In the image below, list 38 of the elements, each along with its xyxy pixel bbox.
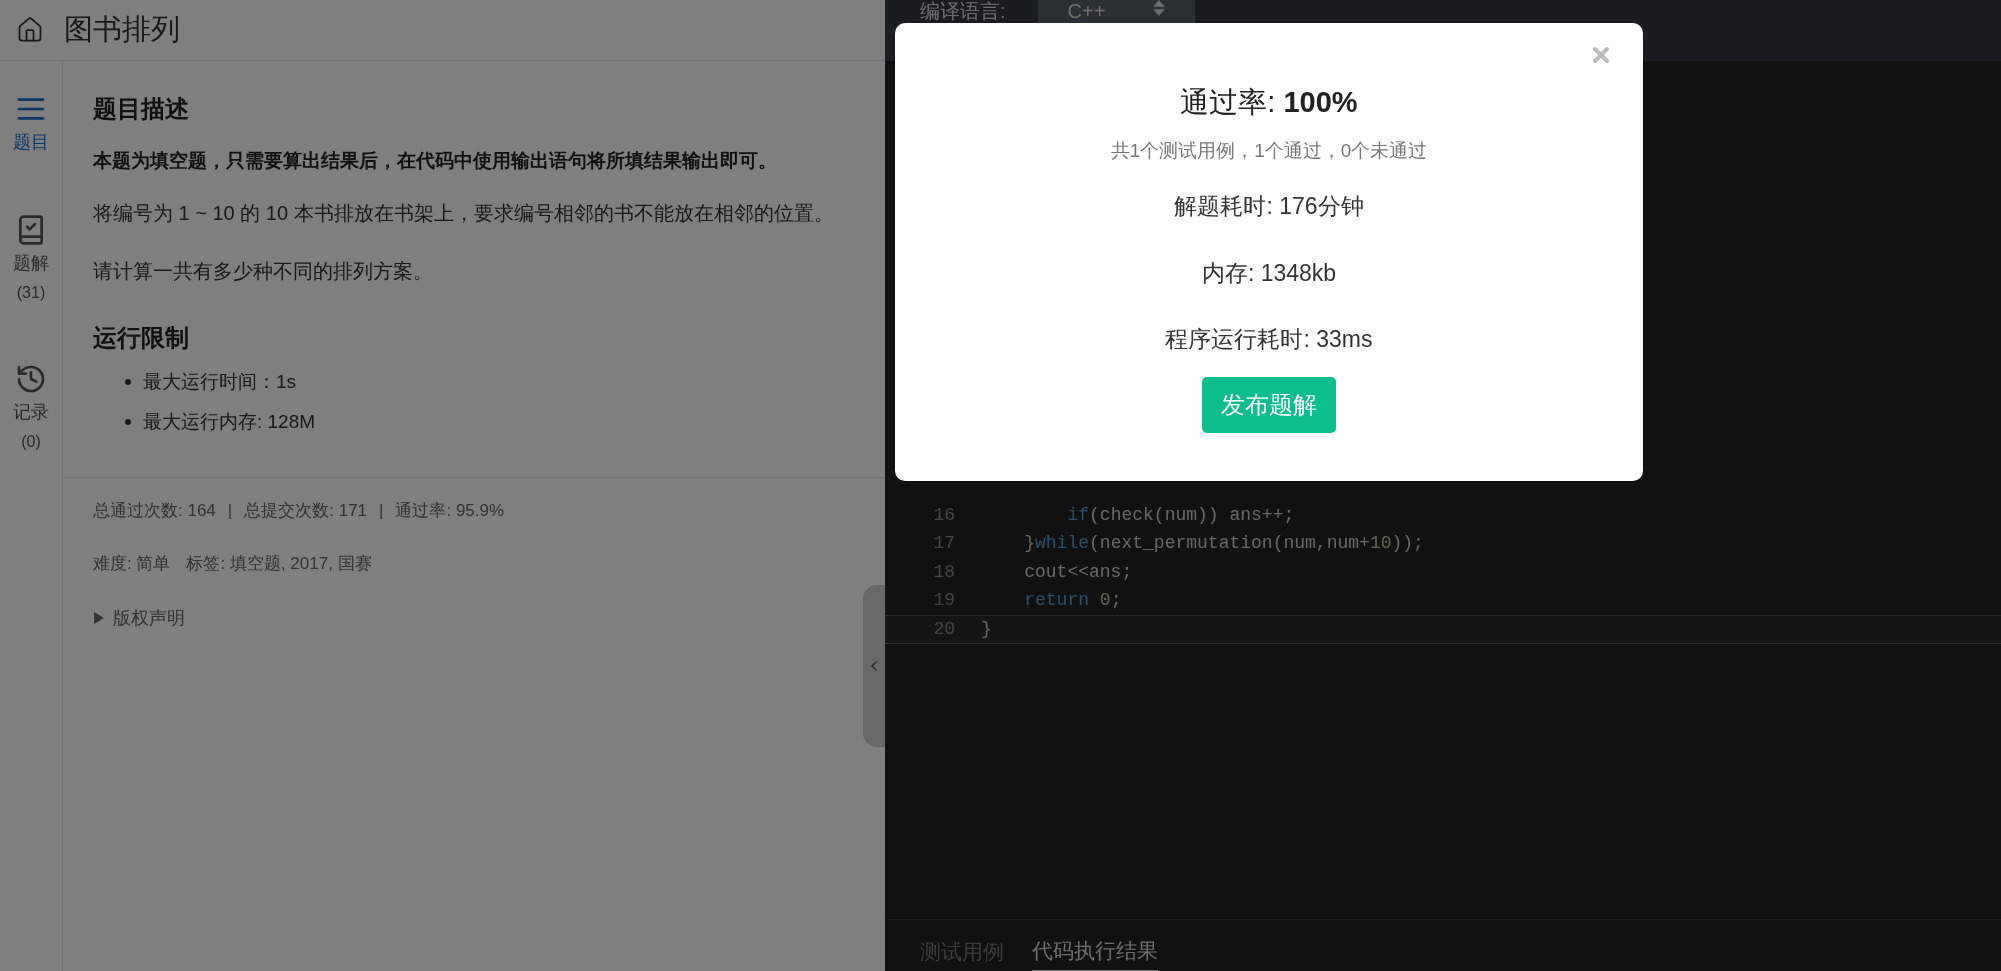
- sidebar-tab[interactable]: 题目: [13, 93, 49, 156]
- limit-text: 最大运行时间：1s: [143, 369, 297, 394]
- stats-text: 通过率: 95.9%: [395, 499, 505, 522]
- page-title: 图书排列: [64, 12, 180, 48]
- result-text: 解题耗时: 176分钟: [1174, 192, 1364, 221]
- meta-text: 难度: 简单: [93, 553, 171, 575]
- language-label: 编译语言:: [920, 0, 1006, 22]
- code-line: if(check(num)) ans++;: [1066, 503, 1295, 527]
- bullet-icon: [125, 419, 131, 426]
- code-line: cout<<ans;: [1023, 560, 1133, 584]
- history-icon: [15, 363, 47, 395]
- bullet-icon: [125, 378, 131, 385]
- sidebar-tab[interactable]: 记录 (0): [13, 363, 49, 454]
- home-icon[interactable]: [16, 16, 44, 44]
- code-line: return 0;: [1023, 589, 1122, 613]
- result-tab[interactable]: 代码执行结果: [1032, 934, 1158, 971]
- stats-text: 总通过次数: 164: [93, 499, 216, 522]
- stats-text: |: [227, 499, 233, 522]
- section-heading: 运行限制: [93, 322, 190, 353]
- copyright-toggle[interactable]: 版权声明: [93, 604, 855, 632]
- description-text: 请计算一共有多少种不同的排列方案。: [93, 258, 434, 284]
- description-text: 将编号为 1 ~ 10 的 10 本书排放在书架上，要求编号相邻的书不能放在相邻的位置。: [93, 200, 835, 226]
- stats-text: 总提交次数: 171: [244, 499, 368, 522]
- limit-text: 最大运行内存: 128M: [143, 410, 316, 434]
- result-text: 内存: 1348kb: [1201, 258, 1337, 288]
- code-line: }: [981, 617, 992, 641]
- result-text: 程序运行耗时: 33ms: [1165, 325, 1373, 354]
- stats-text: |: [379, 499, 384, 522]
- publish-button[interactable]: 发布题解: [1202, 376, 1336, 433]
- dialog-summary: 共1个测试用例，1个通过，0个未通过: [1110, 138, 1428, 163]
- section-heading: 题目描述: [93, 94, 190, 124]
- sort-icon: [1153, 0, 1166, 16]
- sidebar-tab[interactable]: 题解 (31): [13, 214, 49, 305]
- meta-text: 标签: 填空题, 2017, 国赛: [186, 553, 372, 575]
- collapse-handle[interactable]: [863, 585, 885, 747]
- dialog-title: 通过率: 100%: [1180, 85, 1358, 120]
- notice-text: 本题为填空题，只需要算出结果后，在代码中使用输出语句将所填结果输出即可。: [93, 149, 778, 173]
- code-line: }while(next_permutation(num,num+10));: [1023, 532, 1424, 556]
